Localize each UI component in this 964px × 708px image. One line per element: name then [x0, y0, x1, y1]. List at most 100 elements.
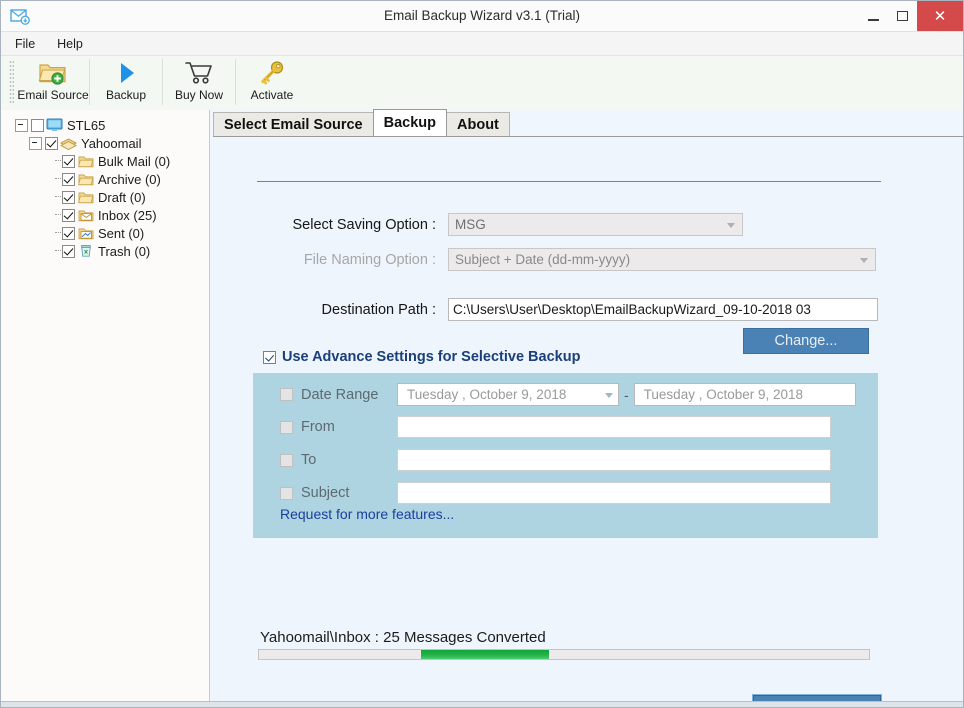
tab-strip: Select Email Source Backup About — [213, 109, 963, 136]
tree-item-sent[interactable]: Sent (0) — [9, 224, 209, 242]
tree-connector — [51, 170, 61, 188]
menu-bar: File Help — [1, 32, 963, 56]
request-features-link[interactable]: Request for more features... — [280, 506, 454, 522]
computer-monitor-icon — [46, 118, 63, 133]
expander-icon[interactable] — [15, 118, 28, 132]
backup-button[interactable]: Backup — [90, 56, 162, 108]
destination-path-label: Destination Path : — [321, 301, 436, 318]
buy-now-label: Buy Now — [174, 88, 224, 102]
to-checkbox[interactable] — [280, 453, 293, 467]
tree-item-yahoomail[interactable]: Yahoomail — [9, 134, 209, 152]
date-from-value: Tuesday , October 9, 2018 — [407, 387, 567, 402]
to-row: To — [280, 449, 831, 471]
close-button[interactable]: ✕ — [917, 1, 963, 31]
chevron-down-icon — [605, 392, 613, 398]
window-title: Email Backup Wizard v3.1 (Trial) — [383, 8, 581, 23]
destination-path-value: C:\Users\User\Desktop\EmailBackupWizard_… — [453, 302, 811, 317]
date-range-row: Date Range Tuesday , October 9, 2018 - T… — [280, 383, 856, 406]
tree-item-bulk-mail[interactable]: Bulk Mail (0) — [9, 152, 209, 170]
tab-select-email-source[interactable]: Select Email Source — [213, 112, 374, 136]
tree-checkbox[interactable] — [62, 172, 75, 186]
toolbar-grip[interactable] — [9, 60, 14, 104]
tree-connector — [51, 188, 61, 206]
date-from-picker[interactable]: Tuesday , October 9, 2018 — [397, 383, 619, 406]
tree-checkbox[interactable] — [62, 244, 75, 258]
tree-item-draft[interactable]: Draft (0) — [9, 188, 209, 206]
mail-stack-icon — [60, 136, 77, 151]
tree-label: Draft (0) — [98, 189, 146, 205]
file-naming-row: File Naming Option : Subject + Date (dd-… — [261, 248, 881, 271]
tree-checkbox[interactable] — [62, 190, 75, 204]
tab-about[interactable]: About — [446, 112, 510, 136]
email-source-tree: STL65 Yahoomail Bulk Mail (0) Archive (0… — [1, 110, 210, 707]
window-controls: ✕ — [859, 1, 963, 31]
saving-option-select[interactable]: MSG — [448, 213, 743, 236]
tree-item-trash[interactable]: Trash (0) — [9, 242, 209, 260]
tree-checkbox[interactable] — [45, 136, 58, 150]
file-naming-label: File Naming Option : — [303, 251, 436, 268]
right-pane: Select Email Source Backup About Select … — [210, 109, 963, 707]
tree-item-archive[interactable]: Archive (0) — [9, 170, 209, 188]
advance-settings-label: Use Advance Settings for Selective Backu… — [282, 349, 581, 365]
date-range-label: Date Range — [301, 386, 379, 403]
section-divider — [257, 181, 881, 182]
destination-path-input[interactable]: C:\Users\User\Desktop\EmailBackupWizard_… — [448, 298, 878, 321]
backup-label: Backup — [105, 88, 147, 102]
from-input[interactable] — [397, 416, 831, 438]
date-range-checkbox[interactable] — [280, 388, 293, 401]
folder-add-icon — [38, 59, 68, 87]
maximize-button[interactable] — [888, 1, 917, 31]
activate-button[interactable]: Activate — [236, 56, 308, 108]
chevron-down-icon — [860, 257, 868, 263]
minimize-button[interactable] — [859, 1, 888, 31]
subject-checkbox[interactable] — [280, 486, 293, 500]
to-label: To — [301, 452, 317, 468]
saving-option-value: MSG — [455, 217, 486, 232]
tree-label: Inbox (25) — [98, 207, 157, 223]
tree-connector — [51, 242, 61, 260]
inbox-envelope-icon — [77, 208, 94, 223]
saving-option-row: Select Saving Option : MSG — [261, 213, 786, 236]
checkbox-icon[interactable] — [263, 350, 276, 364]
advance-settings-checkbox[interactable]: Use Advance Settings for Selective Backu… — [263, 349, 580, 365]
title-bar: Email Backup Wizard v3.1 (Trial) ✕ — [1, 1, 963, 32]
buy-now-button[interactable]: Buy Now — [163, 56, 235, 108]
tree-checkbox[interactable] — [31, 118, 44, 132]
tree-checkbox[interactable] — [62, 154, 75, 168]
expander-icon[interactable] — [29, 136, 42, 150]
from-label: From — [301, 419, 335, 435]
backup-tab-page: Select Saving Option : MSG File Naming O… — [213, 136, 963, 707]
tab-backup[interactable]: Backup — [372, 109, 448, 136]
email-source-label: Email Source — [17, 88, 89, 102]
saving-option-label: Select Saving Option : — [292, 216, 436, 233]
subject-row: Subject — [280, 482, 831, 504]
sent-mail-icon — [77, 226, 94, 241]
change-path-button[interactable]: Change... — [743, 328, 869, 354]
tree-item-inbox[interactable]: Inbox (25) — [9, 206, 209, 224]
trash-icon — [77, 244, 94, 259]
envelope-download-icon — [7, 5, 33, 27]
from-checkbox[interactable] — [280, 420, 293, 434]
key-icon — [258, 59, 286, 87]
tree-item-stl65[interactable]: STL65 — [9, 116, 209, 134]
email-source-button[interactable]: Email Source — [17, 56, 89, 108]
tree-label: STL65 — [67, 117, 106, 133]
tree-label: Bulk Mail (0) — [98, 153, 171, 169]
advance-settings-panel: Date Range Tuesday , October 9, 2018 - T… — [253, 373, 878, 538]
conversion-status-text: Yahoomail\Inbox : 25 Messages Converted — [260, 629, 546, 646]
menu-file[interactable]: File — [15, 37, 35, 51]
tree-label: Sent (0) — [98, 225, 145, 241]
tree-checkbox[interactable] — [62, 208, 75, 222]
shopping-cart-icon — [184, 59, 214, 87]
play-triangle-icon — [113, 59, 139, 87]
tree-checkbox[interactable] — [62, 226, 75, 240]
folder-icon — [77, 172, 94, 187]
file-naming-value: Subject + Date (dd-mm-yyyy) — [455, 252, 631, 267]
subject-input[interactable] — [397, 482, 831, 504]
date-to-picker[interactable]: Tuesday , October 9, 2018 — [633, 383, 856, 406]
date-range-separator: - — [624, 386, 629, 403]
file-naming-select[interactable]: Subject + Date (dd-mm-yyyy) — [448, 248, 876, 271]
to-input[interactable] — [397, 449, 831, 471]
menu-help[interactable]: Help — [57, 37, 83, 51]
tree-label: Archive (0) — [98, 171, 161, 187]
